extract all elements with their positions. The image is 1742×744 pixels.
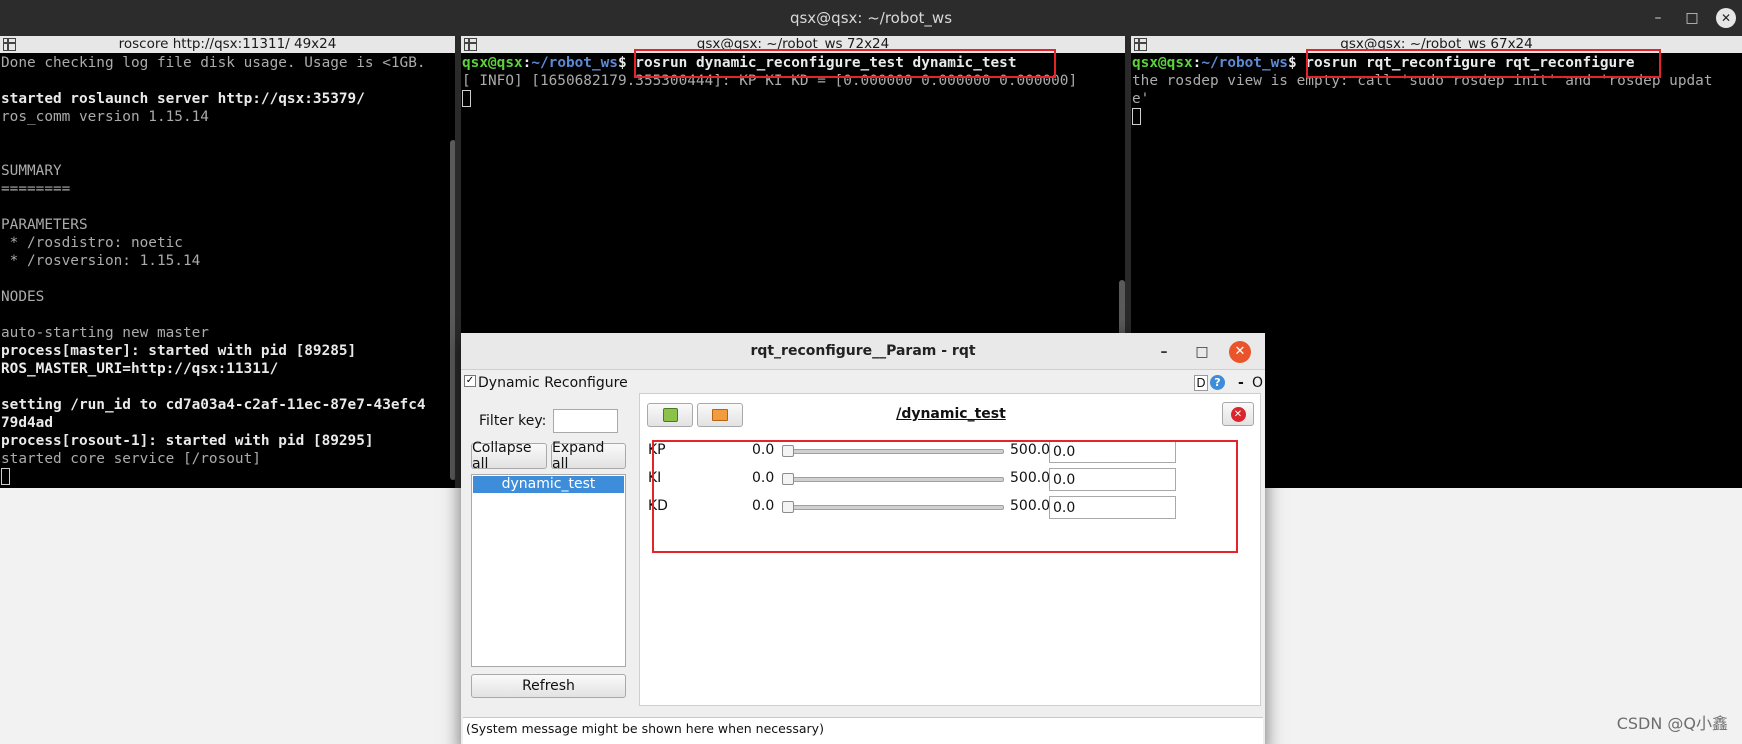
plugin-checkbox-icon[interactable]: ✓ — [464, 375, 476, 387]
terminal-cursor — [1, 468, 10, 485]
node-title: /dynamic_test — [896, 406, 1006, 422]
log-line: SUMMARY — [1, 163, 62, 179]
prompt-end: $ — [1287, 55, 1306, 71]
tree-item-dynamic-test[interactable]: dynamic_test — [473, 476, 624, 493]
terminal-grid-icon[interactable] — [464, 38, 477, 51]
node-tree[interactable]: dynamic_test — [471, 474, 626, 667]
plugin-title: Dynamic Reconfigure — [478, 375, 628, 391]
log-line: e' — [1132, 91, 1150, 107]
minimize-button[interactable]: – — [1648, 8, 1668, 28]
log-line: process[rosout-1]: started with pid [892… — [1, 433, 374, 449]
terminal-pane-roscore[interactable]: roscore http://qsx:11311/ 49x24 Done che… — [0, 36, 455, 488]
log-line: started roslaunch server http://qsx:3537… — [1, 91, 365, 107]
prompt-path: ~/robot_ws — [531, 55, 618, 71]
rqt-titlebar[interactable]: rqt_reconfigure__Param - rqt – □ ✕ — [461, 333, 1265, 370]
highlight-box — [634, 49, 1056, 78]
terminal-grid-icon[interactable] — [3, 38, 16, 51]
terminator-titlebar[interactable]: qsx@qsx: ~/robot_ws – □ ✕ — [0, 0, 1742, 36]
pane-tab-roscore[interactable]: roscore http://qsx:11311/ 49x24 — [0, 36, 455, 53]
prompt-end: $ — [617, 55, 636, 71]
desktop: qsx@qsx: ~/robot_ws – □ ✕ roscore http:/… — [0, 0, 1742, 744]
prompt-user: qsx@qsx — [462, 55, 523, 71]
log-line: setting /run_id to cd7a03a4-c2af-11ec-87… — [1, 397, 426, 413]
help-icon[interactable]: ? — [1210, 375, 1225, 390]
terminal-cursor — [462, 90, 471, 107]
terminal-grid-icon[interactable] — [1134, 38, 1147, 51]
close-node-button[interactable]: ✕ — [1222, 402, 1254, 426]
filter-key-input[interactable] — [553, 409, 618, 433]
collapse-all-button[interactable]: Collapse all — [471, 440, 547, 472]
maximize-button[interactable]: □ — [1682, 8, 1702, 28]
log-line: process[master]: started with pid [89285… — [1, 343, 357, 359]
refresh-button[interactable]: Refresh — [471, 674, 626, 698]
close-button[interactable]: ✕ — [1229, 340, 1251, 363]
close-plugin-button[interactable]: O — [1252, 375, 1263, 391]
highlight-box — [652, 440, 1238, 553]
close-circle-icon: ✕ — [1230, 406, 1246, 422]
log-line: auto-starting new master — [1, 325, 209, 341]
expand-all-button[interactable]: Expand all — [551, 440, 626, 472]
log-line: NODES — [1, 289, 45, 305]
log-line: ROS_MASTER_URI=http://qsx:11311/ — [1, 361, 279, 377]
prompt-path: ~/robot_ws — [1201, 55, 1288, 71]
log-line: 79d4ad — [1, 415, 53, 431]
watermark: CSDN @Q小鑫 — [1616, 714, 1728, 733]
log-line: ros_comm version 1.15.14 — [1, 109, 209, 125]
prompt-user: qsx@qsx — [1132, 55, 1193, 71]
dock-d-button[interactable]: D — [1194, 375, 1208, 391]
log-line: ======== — [1, 181, 71, 197]
log-line: PARAMETERS — [1, 217, 88, 233]
log-line: * /rosversion: 1.15.14 — [1, 253, 201, 269]
terminal-cursor — [1132, 108, 1141, 125]
minimize-button[interactable]: – — [1153, 341, 1175, 363]
pane-tab-title: roscore http://qsx:11311/ 49x24 — [118, 36, 337, 52]
log-line: started core service [/rosout] — [1, 451, 261, 467]
highlight-box — [1306, 49, 1661, 78]
filter-key-label: Filter key: — [479, 413, 547, 429]
rqt-title: rqt_reconfigure__Param - rqt — [750, 343, 976, 359]
log-line: * /rosdistro: noetic — [1, 235, 183, 251]
minimize-plugin-button[interactable]: - — [1238, 375, 1244, 391]
terminal-output: Done checking log file disk usage. Usage… — [0, 53, 455, 486]
log-line: Done checking log file disk usage. Usage… — [1, 55, 426, 71]
status-bar: (System message might be shown here when… — [463, 717, 1263, 744]
close-button[interactable]: ✕ — [1716, 8, 1736, 28]
maximize-button[interactable]: □ — [1191, 341, 1213, 363]
terminator-title: qsx@qsx: ~/robot_ws — [789, 9, 953, 27]
